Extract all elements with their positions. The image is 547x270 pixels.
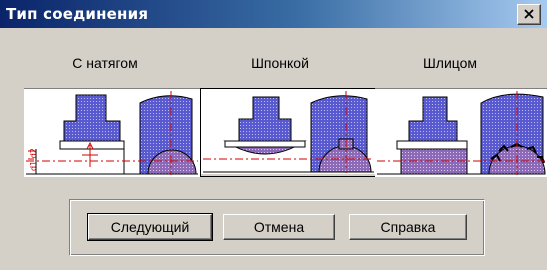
title-bar[interactable]: Тип соединения [0,0,547,28]
connection-type-dialog: Тип соединения С натягом Шпонкой Шлицом [0,0,547,270]
option-label-key: Шпонкой [251,55,309,71]
next-button[interactable]: Следующий [87,213,213,241]
key-joint-diagram [201,89,376,174]
option-label-spline: Шлицом [422,55,478,71]
close-icon [524,9,534,19]
option-image-key[interactable] [200,88,377,177]
close-button[interactable] [517,4,541,25]
cancel-button[interactable]: Отмена [223,214,335,240]
option-label-interference: С натягом [72,55,138,71]
option-image-interference[interactable]: d1 d2 [24,88,200,177]
svg-text:d1 d2: d1 d2 [29,148,38,171]
help-button[interactable]: Справка [349,214,467,240]
window-title: Тип соединения [6,5,149,23]
spline-joint-diagram [375,89,547,176]
interference-fit-diagram: d1 d2 [24,89,200,176]
option-image-spline[interactable] [375,88,547,177]
